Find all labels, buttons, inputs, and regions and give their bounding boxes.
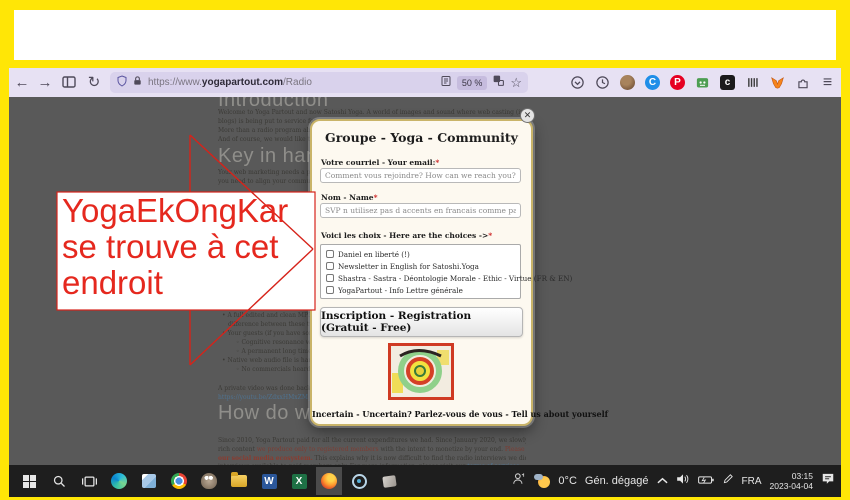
choice-yogapartout-info[interactable]: YogaPartout - Info Lettre générale [321, 284, 520, 296]
extensions-puzzle-icon[interactable] [793, 73, 812, 92]
register-button[interactable]: Inscription - Registration (Gratuit - Fr… [320, 307, 523, 337]
shield-icon[interactable] [116, 74, 128, 92]
page-content: Introduction Welcome to Yoga Partout and… [9, 97, 841, 465]
annotation-text: YogaEkOngKar se trouve à cet endroit [62, 193, 288, 301]
checkbox-icon[interactable] [326, 262, 334, 270]
battery-charging-icon[interactable] [698, 472, 714, 490]
search-icon[interactable] [46, 467, 72, 495]
subscription-modal: Groupe - Yoga - Community Votre courriel… [310, 119, 533, 426]
weather-moon-cloud-icon[interactable] [534, 474, 550, 488]
masked-titlebar [14, 10, 836, 60]
intro-text-line: Welcome to Yoga Partout and now Satoshi … [218, 109, 526, 116]
email-label: Votre courriel - Your email:* [321, 158, 439, 167]
pen-icon[interactable] [722, 472, 734, 490]
how-text-line: our social media ecosystem. This explain… [218, 455, 526, 462]
forward-button[interactable]: → [34, 71, 56, 93]
profile-avatar[interactable] [618, 73, 637, 92]
choice-newsletter-english[interactable]: Newsletter in English for Satoshi.Yoga [321, 260, 520, 272]
choices-label: Voici les choix - Here are the choices -… [321, 231, 492, 240]
history-clock-icon[interactable] [593, 73, 612, 92]
notes-app-icon[interactable] [136, 467, 162, 495]
clock[interactable]: 03:15 2023-04-04 [770, 471, 813, 491]
start-button[interactable] [16, 467, 42, 495]
extension-c-blue-icon[interactable]: C [643, 73, 662, 92]
firefox-app-icon[interactable] [316, 467, 342, 495]
gimp-app-icon[interactable] [196, 467, 222, 495]
choices-group: Daniel en liberté (!) Newsletter in Engl… [320, 244, 521, 299]
choice-daniel[interactable]: Daniel en liberté (!) [321, 248, 520, 260]
pocket-icon[interactable] [568, 73, 587, 92]
lock-icon[interactable] [132, 74, 143, 92]
choice-shastra[interactable]: Shastra - Sastra - Déontologie Morale - … [321, 272, 520, 284]
how-text-line: Since 2010, Yoga Partout paid for all th… [218, 437, 526, 444]
bookmark-star-icon[interactable]: ☆ [510, 75, 522, 91]
people-icon[interactable] [512, 472, 526, 490]
sidebar-toggle-icon[interactable] [58, 71, 80, 93]
registered-members-link: we produce only to registered members [257, 446, 379, 453]
browser-window: ← → ↻ https://www.yogapartout.com/Radio … [9, 68, 841, 497]
taskbar-apps: W X [9, 467, 402, 495]
metamask-fox-icon[interactable] [768, 73, 787, 92]
task-view-icon[interactable] [76, 467, 102, 495]
clock-time: 03:15 [770, 471, 813, 481]
weather-condition[interactable]: Gén. dégagé [585, 475, 649, 487]
robot-extension-icon[interactable] [693, 73, 712, 92]
file-explorer-icon[interactable] [226, 467, 252, 495]
windows-taskbar: W X 0°C Gén. dégagé FR [9, 465, 841, 497]
tray-chevron-up-icon[interactable] [657, 472, 668, 490]
reload-button[interactable]: ↻ [83, 71, 105, 93]
checkbox-icon[interactable] [326, 274, 334, 282]
checkbox-icon[interactable] [326, 286, 334, 294]
how-text-line: rich content we produce only to register… [218, 446, 526, 453]
modal-footer-note: Incertain - Uncertain? Parlez-vous de vo… [312, 409, 531, 419]
zoom-level-indicator[interactable]: 50 % [457, 76, 488, 90]
volume-icon[interactable] [676, 472, 690, 490]
clock-date: 2023-04-04 [770, 481, 813, 491]
weather-temperature[interactable]: 0°C [558, 475, 576, 487]
name-field[interactable] [320, 203, 521, 218]
photos3d-app-icon[interactable] [376, 467, 402, 495]
excel-app-icon[interactable]: X [286, 467, 312, 495]
record-app-icon[interactable] [346, 467, 372, 495]
browser-toolbar: ← → ↻ https://www.yogapartout.com/Radio … [9, 68, 841, 98]
back-button[interactable]: ← [11, 71, 33, 93]
url-bar[interactable]: https://www.yogapartout.com/Radio 50 % ☆ [110, 72, 528, 93]
menu-hamburger-icon[interactable]: ≡ [818, 73, 837, 92]
email-field[interactable] [320, 168, 521, 183]
chrome-app-icon[interactable] [166, 467, 192, 495]
edge-app-icon[interactable] [106, 467, 132, 495]
spiral-painting-image [388, 343, 454, 400]
system-tray: 0°C Gén. dégagé FRA 03:15 2023-04-04 [512, 471, 841, 491]
barcode-extension-icon[interactable] [743, 73, 762, 92]
word-app-icon[interactable]: W [256, 467, 282, 495]
checkbox-icon[interactable] [326, 250, 334, 258]
extension-c-black-icon[interactable]: c [718, 73, 737, 92]
pinterest-icon[interactable]: P [668, 73, 687, 92]
extension-strip: C P c ≡ [568, 71, 837, 94]
translate-icon[interactable] [492, 74, 505, 92]
url-text: https://www.yogapartout.com/Radio [148, 77, 312, 88]
name-label: Nom - Name* [321, 193, 378, 202]
notification-center-icon[interactable] [821, 472, 835, 490]
reader-view-icon[interactable] [440, 74, 452, 92]
modal-close-button[interactable]: ✕ [520, 108, 535, 123]
modal-title: Groupe - Yoga - Community [312, 130, 531, 145]
language-indicator[interactable]: FRA [742, 476, 762, 487]
